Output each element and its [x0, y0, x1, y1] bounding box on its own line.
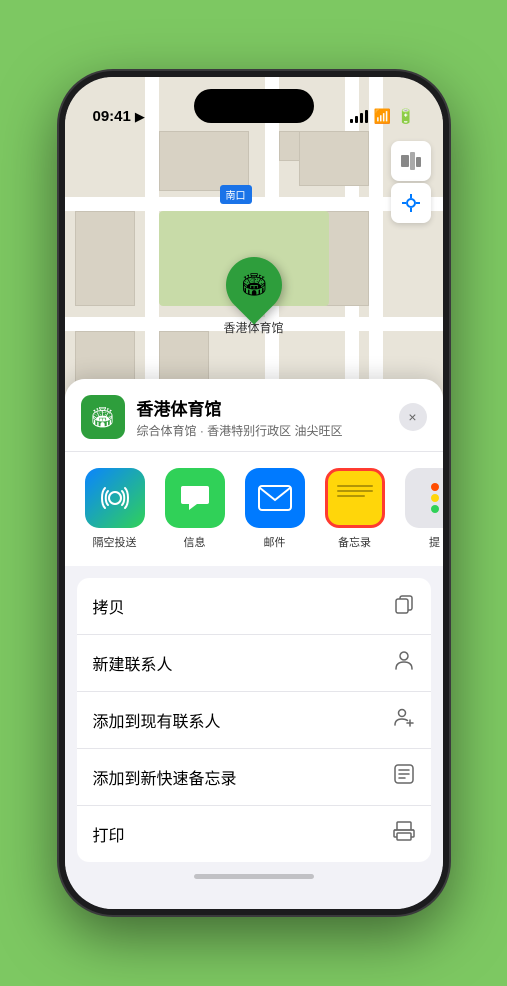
action-item-copy[interactable]: 拷贝 — [77, 578, 431, 635]
share-item-messages[interactable]: 信息 — [161, 468, 229, 550]
notes-lines — [337, 485, 373, 497]
action-item-print[interactable]: 打印 — [77, 806, 431, 862]
location-button[interactable] — [391, 183, 431, 223]
copy-icon — [393, 592, 415, 620]
building-3 — [299, 131, 369, 186]
notes-label: 备忘录 — [338, 534, 371, 550]
person-icon — [393, 649, 415, 677]
airdrop-icon — [85, 468, 145, 528]
status-time: 09:41 — [93, 108, 131, 125]
action-item-quick-note[interactable]: 添加到新快速备忘录 — [77, 749, 431, 806]
action-copy-label: 拷贝 — [93, 594, 125, 618]
venue-pin: 🏟 香港体育馆 — [223, 257, 283, 336]
building-1 — [159, 131, 249, 191]
action-new-contact-label: 新建联系人 — [93, 651, 173, 675]
notes-line-2 — [337, 490, 373, 492]
signal-bars — [350, 110, 368, 123]
action-add-contact-label: 添加到现有联系人 — [93, 708, 221, 732]
print-icon — [393, 820, 415, 848]
battery-icon: 🔋 — [397, 108, 414, 125]
building-6 — [75, 331, 135, 386]
venue-info: 香港体育馆 综合体育馆 · 香港特别行政区 油尖旺区 — [137, 395, 387, 439]
person-add-icon — [393, 706, 415, 734]
wifi-icon: 📶 — [374, 108, 391, 125]
action-print-label: 打印 — [93, 822, 125, 846]
sheet-header: 🏟 香港体育馆 综合体育馆 · 香港特别行政区 油尖旺区 × — [65, 379, 443, 451]
action-item-add-contact[interactable]: 添加到现有联系人 — [77, 692, 431, 749]
building-7 — [159, 331, 209, 386]
location-icon: ▶ — [135, 109, 145, 125]
venue-logo: 🏟 — [81, 395, 125, 439]
pin-icon-shape: 🏟 — [214, 245, 293, 324]
share-item-mail[interactable]: 邮件 — [241, 468, 309, 550]
phone-screen: 09:41 ▶ 📶 🔋 — [65, 77, 443, 909]
venue-name: 香港体育馆 — [137, 395, 387, 420]
notes-line-3 — [337, 495, 365, 497]
dynamic-island — [194, 89, 314, 123]
action-item-new-contact[interactable]: 新建联系人 — [77, 635, 431, 692]
more-dot-green — [431, 505, 439, 513]
airdrop-label: 隔空投送 — [93, 534, 137, 550]
home-indicator-area — [65, 874, 443, 879]
home-indicator — [194, 874, 314, 879]
venue-subtitle: 综合体育馆 · 香港特别行政区 油尖旺区 — [137, 422, 387, 439]
phone-frame: 09:41 ▶ 📶 🔋 — [59, 71, 449, 915]
close-button[interactable]: × — [399, 403, 427, 431]
mail-icon — [245, 468, 305, 528]
share-item-airdrop[interactable]: 隔空投送 — [81, 468, 149, 550]
share-item-more[interactable]: 提 — [401, 468, 443, 550]
more-label: 提 — [429, 534, 440, 550]
road-horizontal-1 — [65, 197, 443, 211]
share-row: 隔空投送 信息 — [65, 451, 443, 566]
share-item-notes[interactable]: 备忘录 — [321, 468, 389, 550]
map-label-south-gate: 南口 — [220, 185, 252, 204]
action-quick-note-label: 添加到新快速备忘录 — [93, 765, 237, 789]
messages-label: 信息 — [184, 534, 206, 550]
building-4 — [75, 211, 135, 306]
more-dot-yellow — [431, 494, 439, 502]
messages-icon — [165, 468, 225, 528]
status-icons: 📶 🔋 — [350, 108, 415, 125]
mail-label: 邮件 — [264, 534, 286, 550]
bottom-sheet: 🏟 香港体育馆 综合体育馆 · 香港特别行政区 油尖旺区 × — [65, 379, 443, 909]
notes-icon — [325, 468, 385, 528]
notes-line-1 — [337, 485, 373, 487]
note-icon — [393, 763, 415, 791]
pin-icon-inner: 🏟 — [240, 272, 268, 298]
more-icon — [405, 468, 443, 528]
map-type-button[interactable] — [391, 141, 431, 181]
action-list: 拷贝 新建联系人 — [77, 578, 431, 862]
map-controls — [391, 141, 431, 223]
more-dot-red — [431, 483, 439, 491]
